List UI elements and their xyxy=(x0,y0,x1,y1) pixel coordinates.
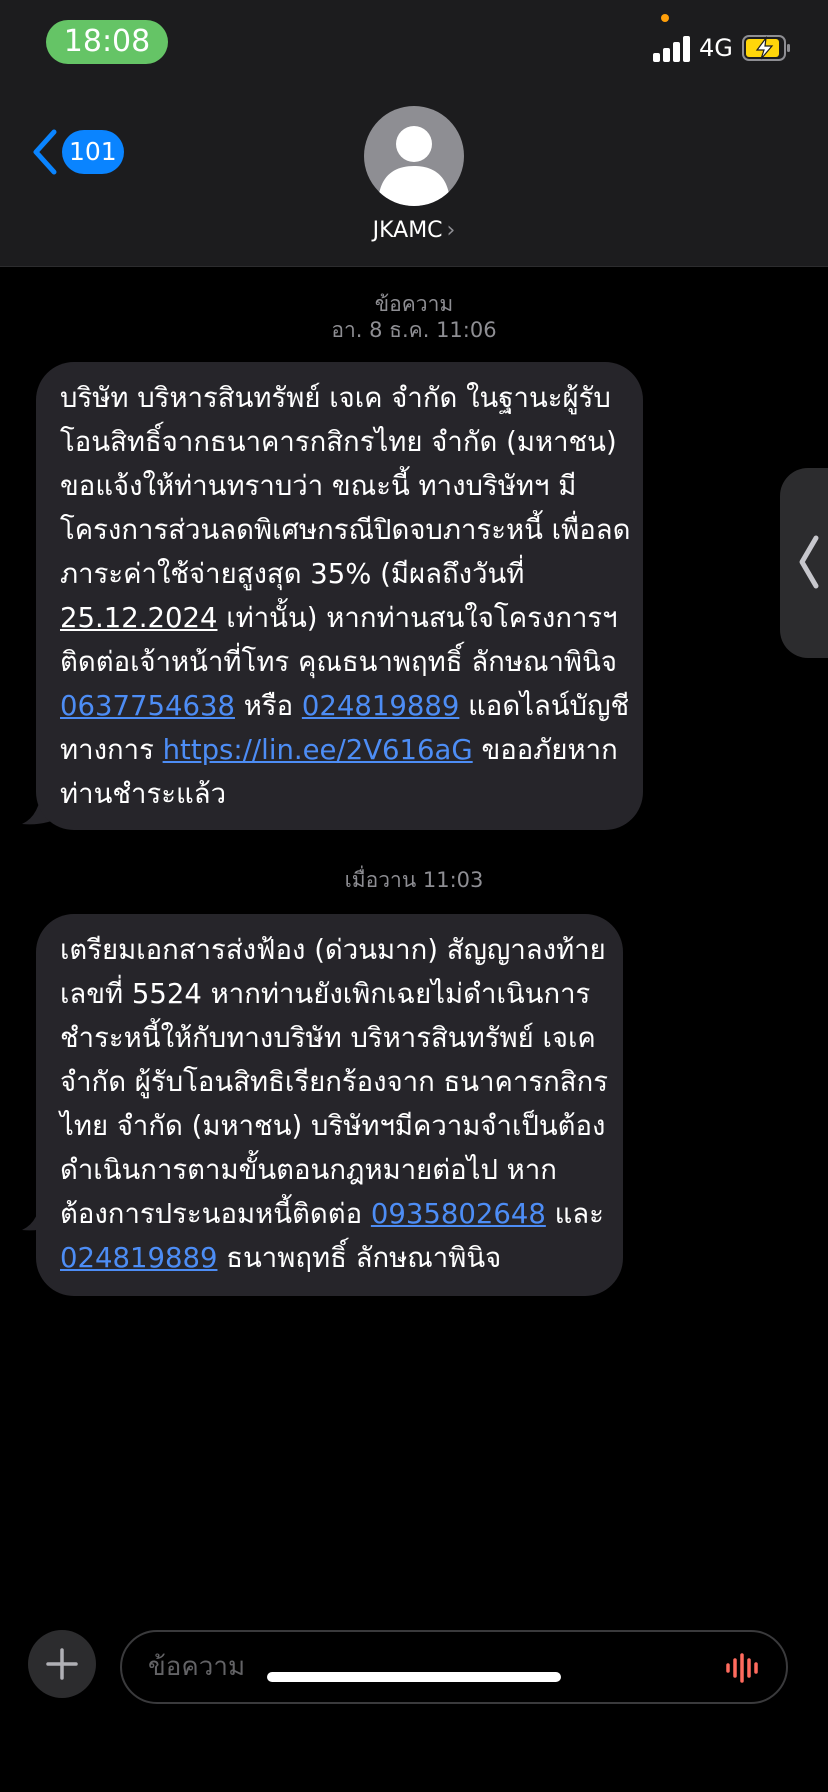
message-text-run: แอดไลน์บัญชี xyxy=(459,690,630,722)
message-text-run: จำกัด ผู้รับโอนสิทธิเรียกร้องจาก ธนาคารก… xyxy=(60,1066,609,1098)
message-text-run: ขอแจ้งให้ท่านทราบว่า ขณะนี้ ทางบริษัทฯ ม… xyxy=(60,470,577,502)
phone-link[interactable]: 024819889 xyxy=(302,690,459,722)
chevron-left-icon xyxy=(33,129,57,175)
message-text-run: ธนาพฤทธิ์ ลักษณาพินิจ xyxy=(217,1242,502,1274)
message-text-run: ภาระค่าใช้จ่ายสูงสุด 35% (มีผลถึงวันที่ xyxy=(60,558,525,590)
message-text: เตรียมเอกสารส่งฟ้อง (ด่วนมาก) สัญญาลงท้า… xyxy=(60,928,608,1280)
plus-icon xyxy=(46,1648,78,1680)
message-line: บริษัท บริหารสินทรัพย์ เจเค จำกัด ในฐานะ… xyxy=(60,376,621,420)
message-line: ภาระค่าใช้จ่ายสูงสุด 35% (มีผลถึงวันที่ xyxy=(60,552,621,596)
message-text-run: บริษัท บริหารสินทรัพย์ เจเค จำกัด ในฐานะ… xyxy=(60,382,611,414)
message-bubble[interactable]: เตรียมเอกสารส่งฟ้อง (ด่วนมาก) สัญญาลงท้า… xyxy=(36,914,623,1296)
message-input-placeholder: ข้อความ xyxy=(148,1652,246,1682)
contact-name-button[interactable]: JKAMC › xyxy=(0,218,828,243)
side-panel-handle[interactable] xyxy=(780,468,828,658)
phone-link[interactable]: 024819889 xyxy=(60,1242,217,1274)
message-line: โครงการส่วนลดพิเศษกรณีปิดจบภาระหนี้ เพื่… xyxy=(60,508,630,552)
message-bubble[interactable]: บริษัท บริหารสินทรัพย์ เจเค จำกัด ในฐานะ… xyxy=(36,362,643,830)
add-attachment-button[interactable] xyxy=(28,1630,96,1698)
message-text-run: ท่านชำระแล้ว xyxy=(60,778,227,810)
message-line: ท่านชำระแล้ว xyxy=(60,772,621,816)
message-text-run: ดำเนินการตามขั้นตอนกฎหมายต่อไป หาก xyxy=(60,1154,557,1186)
phone-link[interactable]: 0935802648 xyxy=(371,1198,546,1230)
message-line: ดำเนินการตามขั้นตอนกฎหมายต่อไป หาก xyxy=(60,1148,601,1192)
message-text-run: โครงการส่วนลดพิเศษกรณีปิดจบภาระหนี้ เพื่… xyxy=(60,514,631,546)
contact-name: JKAMC xyxy=(372,218,443,243)
message-line: เลขที่ 5524 หากท่านยังเพิกเฉยไม่ดำเนินกา… xyxy=(60,972,601,1016)
message-line: 0637754638 หรือ 024819889 แอดไลน์บัญชี xyxy=(60,684,629,728)
message-text-run: โอนสิทธิ์จากธนาคารกสิกรไทย จำกัด (มหาชน) xyxy=(60,426,617,458)
message-text-run: ขออภัยหาก xyxy=(472,734,618,766)
battery-charging-icon xyxy=(742,35,790,61)
date-link[interactable]: 25.12.2024 xyxy=(60,602,217,634)
home-indicator xyxy=(267,1672,561,1682)
message-text-run: และ xyxy=(545,1198,604,1230)
contact-avatar[interactable] xyxy=(364,106,464,206)
message-line: ต้องการประนอมหนี้ติดต่อ 0935802648 และ xyxy=(60,1192,604,1236)
status-time: 18:08 xyxy=(46,20,168,64)
privacy-indicator xyxy=(661,14,669,22)
message-text-run: ทางการ xyxy=(60,734,163,766)
message-timestamp: เมื่อวาน 11:03 xyxy=(344,868,484,892)
message-line: ติดต่อเจ้าหน้าที่โทร คุณธนาพฤทธิ์ ลักษณา… xyxy=(60,640,621,684)
message-input[interactable]: ข้อความ xyxy=(120,1630,788,1704)
unread-count-badge: 101 xyxy=(62,130,124,174)
message-line: 024819889 ธนาพฤทธิ์ ลักษณาพินิจ xyxy=(60,1236,601,1280)
message-text-run: ติดต่อเจ้าหน้าที่โทร คุณธนาพฤทธิ์ ลักษณา… xyxy=(60,646,617,678)
message-line: จำกัด ผู้รับโอนสิทธิเรียกร้องจาก ธนาคารก… xyxy=(60,1060,608,1104)
message-text-run: ต้องการประนอมหนี้ติดต่อ xyxy=(60,1198,371,1230)
chevron-left-icon xyxy=(799,535,819,589)
message-line: เตรียมเอกสารส่งฟ้อง (ด่วนมาก) สัญญาลงท้า… xyxy=(60,928,606,972)
message-line: ทางการ https://lin.ee/2V616aG ขออภัยหาก xyxy=(60,728,621,772)
message-composer: ข้อความ xyxy=(0,1616,828,1792)
chevron-right-icon: › xyxy=(446,218,456,243)
message-line: ไทย จำกัด (มหาชน) บริษัทฯมีความจำเป็นต้อ… xyxy=(60,1104,605,1148)
message-text-run: ไทย จำกัด (มหาชน) บริษัทฯมีความจำเป็นต้อ… xyxy=(60,1110,606,1142)
message-text-run: หรือ xyxy=(234,690,302,722)
phone-link[interactable]: 0637754638 xyxy=(60,690,235,722)
timestamp-label: ข้อความ xyxy=(374,292,454,316)
waveform-icon[interactable] xyxy=(724,1652,764,1684)
back-button[interactable]: 101 xyxy=(30,128,130,178)
message-thread[interactable]: ข้อความ อา. 8 ธ.ค. 11:06 บริษัท บริหารสิ… xyxy=(0,266,828,1616)
message-text-run: เตรียมเอกสารส่งฟ้อง (ด่วนมาก) สัญญาลงท้า… xyxy=(60,934,606,966)
message-line: ขอแจ้งให้ท่านทราบว่า ขณะนี้ ทางบริษัทฯ ม… xyxy=(60,464,621,508)
status-bar: 18:08 4G xyxy=(0,0,828,90)
message-line: 25.12.2024 เท่านั้น) หากท่านสนใจโครงการฯ xyxy=(60,596,621,640)
message-line: ชำระหนี้ให้กับทางบริษัท บริหารสินทรัพย์ … xyxy=(60,1016,601,1060)
signal-icon xyxy=(653,34,693,62)
message-text: บริษัท บริหารสินทรัพย์ เจเค จำกัด ในฐานะ… xyxy=(60,376,630,816)
url-link[interactable]: https://lin.ee/2V616aG xyxy=(163,734,473,766)
network-type: 4G xyxy=(699,34,733,62)
message-text-run: ชำระหนี้ให้กับทางบริษัท บริหารสินทรัพย์ … xyxy=(60,1022,596,1054)
conversation-header: 101 JKAMC › xyxy=(0,90,828,267)
message-line: โอนสิทธิ์จากธนาคารกสิกรไทย จำกัด (มหาชน) xyxy=(60,420,621,464)
message-text-run: เลขที่ 5524 หากท่านยังเพิกเฉยไม่ดำเนินกา… xyxy=(60,978,591,1010)
message-text-run: เท่านั้น) หากท่านสนใจโครงการฯ xyxy=(217,602,618,634)
person-icon xyxy=(378,126,450,206)
message-timestamp: อา. 8 ธ.ค. 11:06 xyxy=(331,318,497,342)
